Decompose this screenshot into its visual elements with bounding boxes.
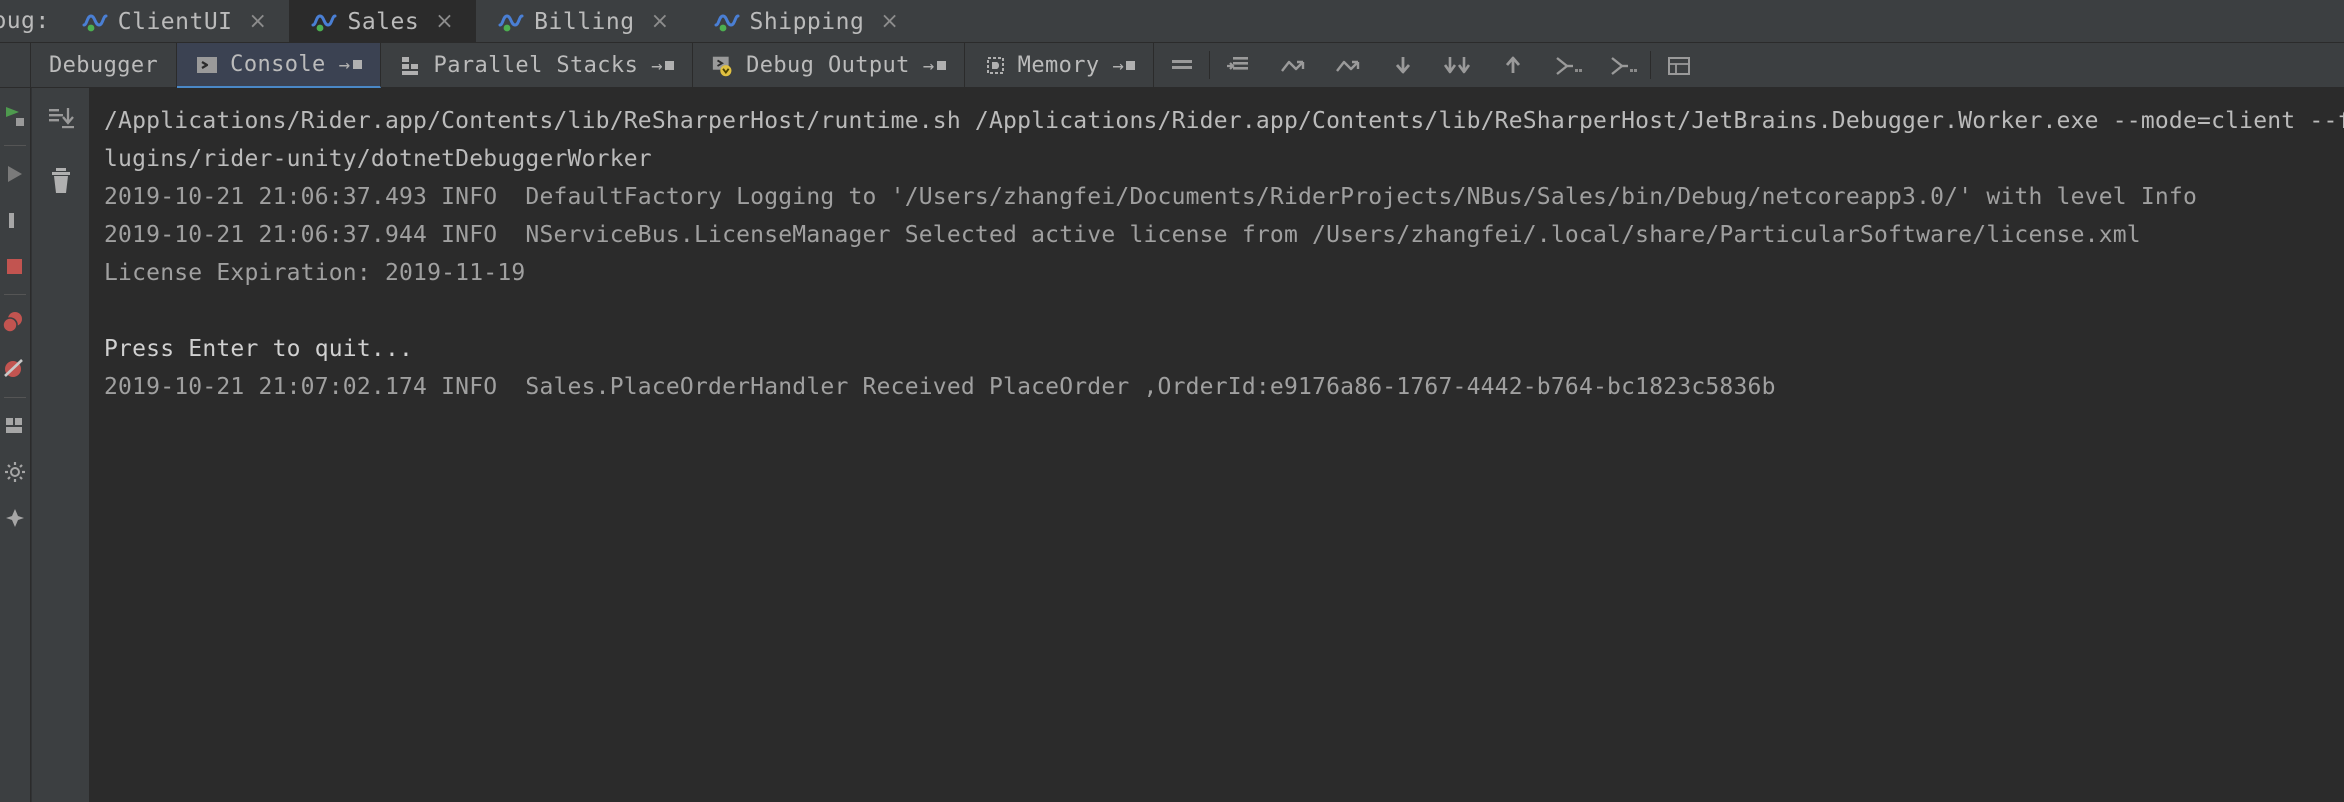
tool-tab-label: Memory: [1017, 53, 1100, 78]
run-control-gutter: [0, 88, 31, 802]
tool-tab-label: Debugger: [49, 53, 159, 78]
console-line: /Applications/Rider.app/Contents/lib/ReS…: [104, 108, 2344, 134]
close-icon[interactable]: ×: [651, 10, 670, 33]
run-tab-label: Billing: [534, 8, 635, 35]
run-to-cursor-icon[interactable]: [1540, 43, 1595, 88]
debug-output-icon: [711, 53, 737, 79]
force-step-over-icon[interactable]: [1320, 43, 1375, 88]
console-gutter: [32, 88, 90, 802]
run-tab-label: ClientUI: [117, 8, 233, 35]
parallel-stacks-icon: [399, 53, 425, 79]
debugger-toolbar: Debugger Console → Parallel Stacks → Debug Ou…: [0, 43, 2344, 88]
close-icon[interactable]: ×: [249, 10, 268, 33]
tool-tab-label: Parallel Stacks: [433, 53, 639, 78]
tool-tab-label: Debug Output: [746, 53, 910, 78]
soft-wrap-icon[interactable]: [1154, 43, 1209, 88]
console-line: 2019-10-21 21:07:02.174 INFO Sales.Place…: [104, 374, 1776, 400]
run-tab-label: Shipping: [749, 8, 865, 35]
mute-breakpoints-icon[interactable]: [0, 346, 31, 392]
nservicebus-endpoint-icon: [498, 11, 524, 33]
run-tab-billing[interactable]: Billing ×: [476, 0, 691, 43]
console-icon: [195, 52, 221, 78]
pin-tab-icon[interactable]: [0, 495, 31, 541]
pause-program-icon[interactable]: [0, 197, 31, 243]
gutter-divider-3: [4, 397, 26, 398]
run-tab-sales[interactable]: Sales ×: [289, 0, 477, 43]
settings-gear-icon[interactable]: [0, 449, 31, 495]
print-icon[interactable]: [1210, 43, 1265, 88]
console-line: lugins/rider-unity/dotnetDebuggerWorker: [104, 146, 652, 172]
tool-tab-debug-output[interactable]: Debug Output →: [693, 43, 965, 88]
toolbar-left-stub: [0, 43, 31, 87]
resume-program-icon[interactable]: [0, 151, 31, 197]
memory-icon: [983, 53, 1009, 79]
console-line: 2019-10-21 21:06:37.493 INFO DefaultFact…: [104, 184, 2198, 210]
pin-arrow-icon[interactable]: →: [339, 54, 362, 76]
pin-arrow-icon[interactable]: →: [1113, 55, 1136, 77]
force-step-into-icon[interactable]: [1430, 43, 1485, 88]
debug-label: ebug:: [0, 8, 50, 34]
view-breakpoints-icon[interactable]: [0, 300, 31, 346]
tool-tab-debugger[interactable]: Debugger: [31, 43, 178, 88]
close-icon[interactable]: ×: [880, 10, 899, 33]
tool-tab-parallel-stacks[interactable]: Parallel Stacks →: [381, 43, 694, 88]
pin-arrow-icon[interactable]: →: [923, 55, 946, 77]
run-configuration-tabstrip: ebug: ClientUI × Sales × Billing × Shipping ×: [0, 0, 2344, 43]
console-line: Press Enter to quit...: [104, 336, 414, 362]
run-tab-label: Sales: [347, 8, 420, 35]
run-tab-shipping[interactable]: Shipping ×: [692, 0, 922, 43]
step-over-icon[interactable]: [1265, 43, 1320, 88]
nservicebus-endpoint-icon: [82, 11, 108, 33]
layout-settings-icon[interactable]: [0, 403, 31, 449]
trash-icon[interactable]: [38, 158, 84, 204]
console-line: License Expiration: 2019-11-19: [104, 260, 526, 286]
scroll-to-end-icon[interactable]: [38, 96, 84, 142]
pin-arrow-icon[interactable]: →: [651, 55, 675, 77]
gutter-divider-2: [4, 294, 26, 295]
nservicebus-endpoint-icon: [714, 11, 740, 33]
run-tab-clientui[interactable]: ClientUI ×: [60, 0, 290, 43]
gutter-divider-1: [4, 145, 26, 146]
force-run-to-cursor-icon[interactable]: [1595, 43, 1650, 88]
console-line: 2019-10-21 21:06:37.944 INFO NServiceBus…: [104, 222, 2141, 248]
evaluate-table-icon[interactable]: [1651, 43, 1706, 88]
step-into-icon[interactable]: [1375, 43, 1430, 88]
close-icon[interactable]: ×: [435, 10, 454, 33]
stop-icon[interactable]: [0, 243, 31, 289]
tool-tab-memory[interactable]: Memory →: [965, 43, 1155, 88]
nservicebus-endpoint-icon: [311, 11, 337, 33]
rerun-icon[interactable]: [0, 94, 31, 140]
console-output[interactable]: /Applications/Rider.app/Contents/lib/ReS…: [90, 88, 2344, 802]
rider-debug-window: ebug: ClientUI × Sales × Billing × Shipping × D…: [0, 0, 2344, 802]
tool-tab-console[interactable]: Console →: [177, 43, 381, 88]
step-out-icon[interactable]: [1485, 43, 1540, 88]
tool-tab-label: Console: [230, 52, 326, 77]
